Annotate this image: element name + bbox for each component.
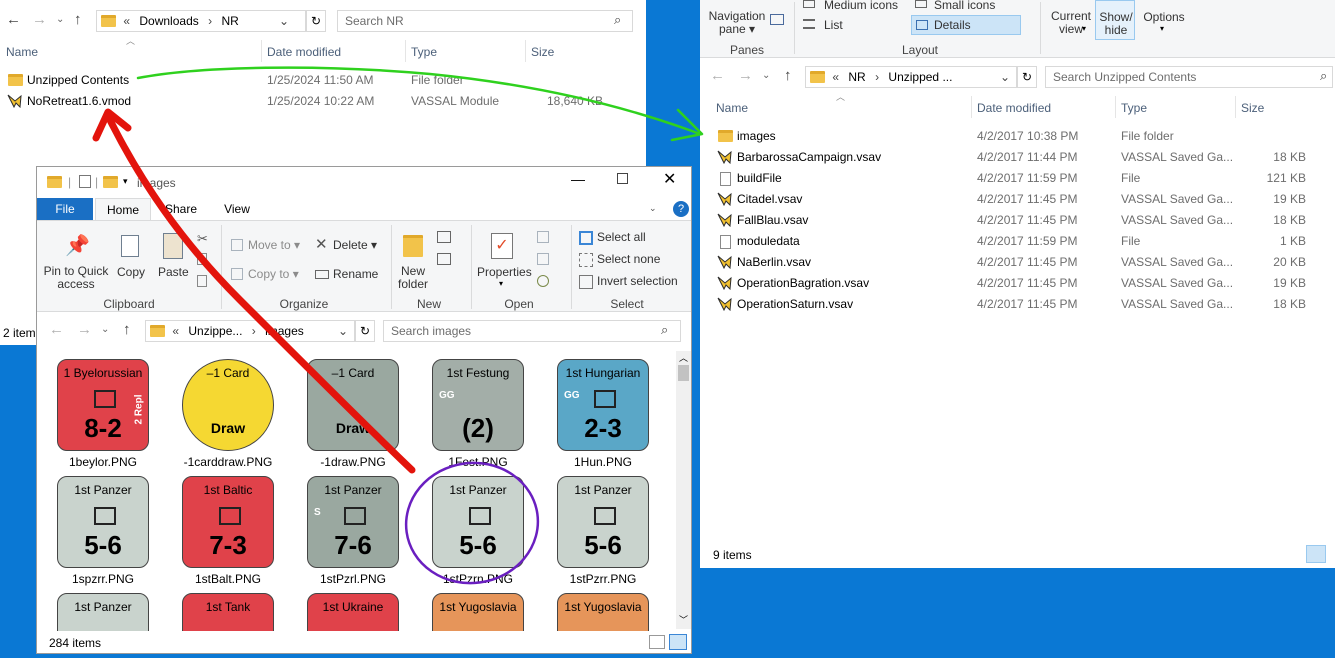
green-arrow-annotation [136,66,702,136]
red-arrow-annotation [106,116,416,474]
annotation-overlay [92,66,704,585]
purple-circle-annotation [404,461,540,585]
